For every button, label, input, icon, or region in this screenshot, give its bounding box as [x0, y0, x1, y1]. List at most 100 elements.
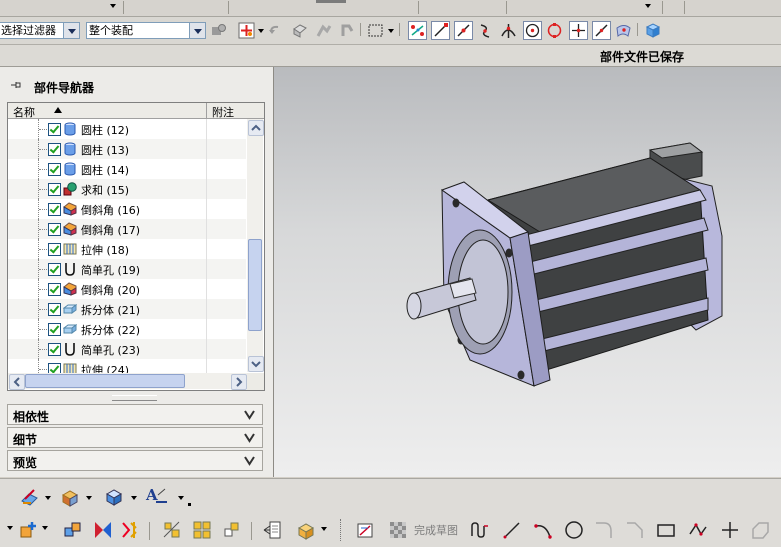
- assembly-constraints-icon[interactable]: [120, 520, 140, 540]
- snap-existing-point-icon[interactable]: [569, 21, 588, 40]
- visibility-checkbox[interactable]: [48, 343, 61, 356]
- visibility-checkbox[interactable]: [48, 243, 61, 256]
- dropdown-arrow-icon[interactable]: [321, 527, 327, 531]
- toolbar-grip[interactable]: [340, 519, 343, 541]
- dropdown-arrow-icon[interactable]: [86, 496, 92, 500]
- reposition-component-icon[interactable]: [93, 520, 113, 540]
- more-dot[interactable]: [188, 503, 191, 506]
- rectangle-select-icon[interactable]: [367, 22, 384, 39]
- pin-icon[interactable]: [10, 80, 22, 93]
- polygon-icon[interactable]: [688, 520, 708, 540]
- visibility-checkbox[interactable]: [48, 323, 61, 336]
- dropdown-arrow-icon[interactable]: [388, 29, 394, 33]
- constraint-icon[interactable]: [339, 22, 356, 39]
- line-icon[interactable]: [502, 520, 522, 540]
- dropdown-arrow-icon[interactable]: [131, 496, 137, 500]
- scroll-left-button[interactable]: [9, 374, 25, 390]
- scope-combo[interactable]: 整个装配: [86, 22, 206, 39]
- horizontal-scroll-thumb[interactable]: [25, 374, 185, 388]
- tree-row[interactable]: 倒斜角 (17): [8, 219, 246, 239]
- horizontal-scrollbar[interactable]: [8, 373, 247, 390]
- chamfer-icon[interactable]: [625, 520, 645, 540]
- tree-row[interactable]: 拉伸 (18): [8, 239, 246, 259]
- section-details[interactable]: 细节: [7, 427, 263, 448]
- finish-sketch-flag-icon[interactable]: [388, 520, 408, 540]
- stepper-motor-model[interactable]: [274, 67, 781, 477]
- chevron-down-icon[interactable]: [242, 407, 257, 422]
- tree-row[interactable]: 拆分体 (22): [8, 319, 246, 339]
- snap-point-icon[interactable]: [238, 22, 255, 39]
- tree-row[interactable]: 圆柱 (12): [8, 119, 246, 139]
- mate-component-icon[interactable]: [63, 520, 83, 540]
- snap-control-point-icon[interactable]: [477, 22, 494, 39]
- scroll-down-button[interactable]: [248, 356, 264, 372]
- tree-row[interactable]: 拆分体 (21): [8, 299, 246, 319]
- snap-endpoint-icon[interactable]: [431, 21, 450, 40]
- section-preview[interactable]: 预览: [7, 450, 263, 471]
- chevron-down-icon[interactable]: [189, 23, 205, 38]
- chevron-down-icon[interactable]: [242, 453, 257, 468]
- snap-quadrant-icon[interactable]: [546, 22, 563, 39]
- tree-row[interactable]: 圆柱 (13): [8, 139, 246, 159]
- profile-icon[interactable]: [470, 520, 490, 540]
- vertical-scroll-thumb[interactable]: [248, 239, 262, 331]
- sketch-icon[interactable]: [356, 520, 376, 540]
- chevron-down-icon[interactable]: [63, 23, 79, 38]
- add-component-icon[interactable]: [18, 520, 38, 540]
- tree-row[interactable]: 求和 (15): [8, 179, 246, 199]
- visibility-checkbox[interactable]: [48, 203, 61, 216]
- shaded-view-icon[interactable]: [104, 487, 124, 507]
- studio-spline-icon[interactable]: [750, 520, 770, 540]
- arc-icon[interactable]: [533, 520, 553, 540]
- dropdown-arrow-icon[interactable]: [110, 4, 116, 8]
- panel-splitter[interactable]: [112, 395, 157, 401]
- visibility-checkbox[interactable]: [48, 123, 61, 136]
- wave-link-icon[interactable]: [222, 520, 242, 540]
- visibility-checkbox[interactable]: [48, 183, 61, 196]
- snap-midpoint-icon[interactable]: [454, 21, 473, 40]
- move-component-icon[interactable]: [315, 22, 332, 39]
- visibility-checkbox[interactable]: [48, 283, 61, 296]
- text-annotation-icon[interactable]: A: [145, 485, 169, 505]
- visibility-checkbox[interactable]: [48, 263, 61, 276]
- navigator-tree[interactable]: 名称 附注 圆柱 (12) 圆柱 (13) 圆柱 (14) 求和 (15) 倒斜角 (1…: [7, 102, 265, 391]
- visibility-checkbox[interactable]: [48, 223, 61, 236]
- visibility-checkbox[interactable]: [48, 143, 61, 156]
- assembly-settings-icon[interactable]: [210, 22, 227, 39]
- 3d-box-icon[interactable]: [644, 22, 661, 39]
- view-orient-icon[interactable]: [291, 22, 308, 39]
- column-header-name[interactable]: 名称: [13, 104, 35, 120]
- rectangle-icon[interactable]: [656, 520, 676, 540]
- finish-sketch-label[interactable]: 完成草图: [414, 522, 458, 538]
- scroll-right-button[interactable]: [231, 374, 247, 390]
- visibility-checkbox[interactable]: [48, 303, 61, 316]
- chevron-down-icon[interactable]: [242, 430, 257, 445]
- vertical-scrollbar[interactable]: [247, 119, 264, 372]
- tree-row[interactable]: 倒斜角 (20): [8, 279, 246, 299]
- component-array-icon[interactable]: [192, 520, 212, 540]
- scroll-up-button[interactable]: [248, 120, 264, 136]
- column-header-notes[interactable]: 附注: [212, 104, 234, 120]
- dropdown-arrow-icon[interactable]: [258, 29, 264, 33]
- graphics-viewport[interactable]: [274, 67, 781, 477]
- snap-point-on-surface-icon[interactable]: [615, 22, 632, 39]
- fillet-icon[interactable]: [594, 520, 614, 540]
- visibility-checkbox[interactable]: [48, 163, 61, 176]
- selection-filter-combo[interactable]: 选择过滤器: [0, 22, 80, 39]
- drawing-sheet-icon[interactable]: [262, 520, 282, 540]
- dropdown-arrow-icon[interactable]: [42, 526, 48, 530]
- edit-object-display-icon[interactable]: [20, 487, 40, 507]
- dropdown-arrow-icon[interactable]: [645, 4, 651, 8]
- tree-row[interactable]: 简单孔 (23): [8, 339, 246, 359]
- explode-view-icon[interactable]: [162, 520, 182, 540]
- snap-arc-center-icon[interactable]: [523, 21, 542, 40]
- snap-point-on-curve-icon[interactable]: [592, 21, 611, 40]
- snap-intersection-icon[interactable]: [500, 22, 517, 39]
- view-layout-icon[interactable]: [296, 520, 316, 540]
- dropdown-arrow-icon[interactable]: [45, 496, 51, 500]
- circle-icon[interactable]: [564, 520, 584, 540]
- point-icon[interactable]: [720, 520, 740, 540]
- section-dependencies[interactable]: 相依性: [7, 404, 263, 425]
- snap-all-icon[interactable]: [408, 21, 427, 40]
- dropdown-arrow-icon[interactable]: [7, 526, 13, 530]
